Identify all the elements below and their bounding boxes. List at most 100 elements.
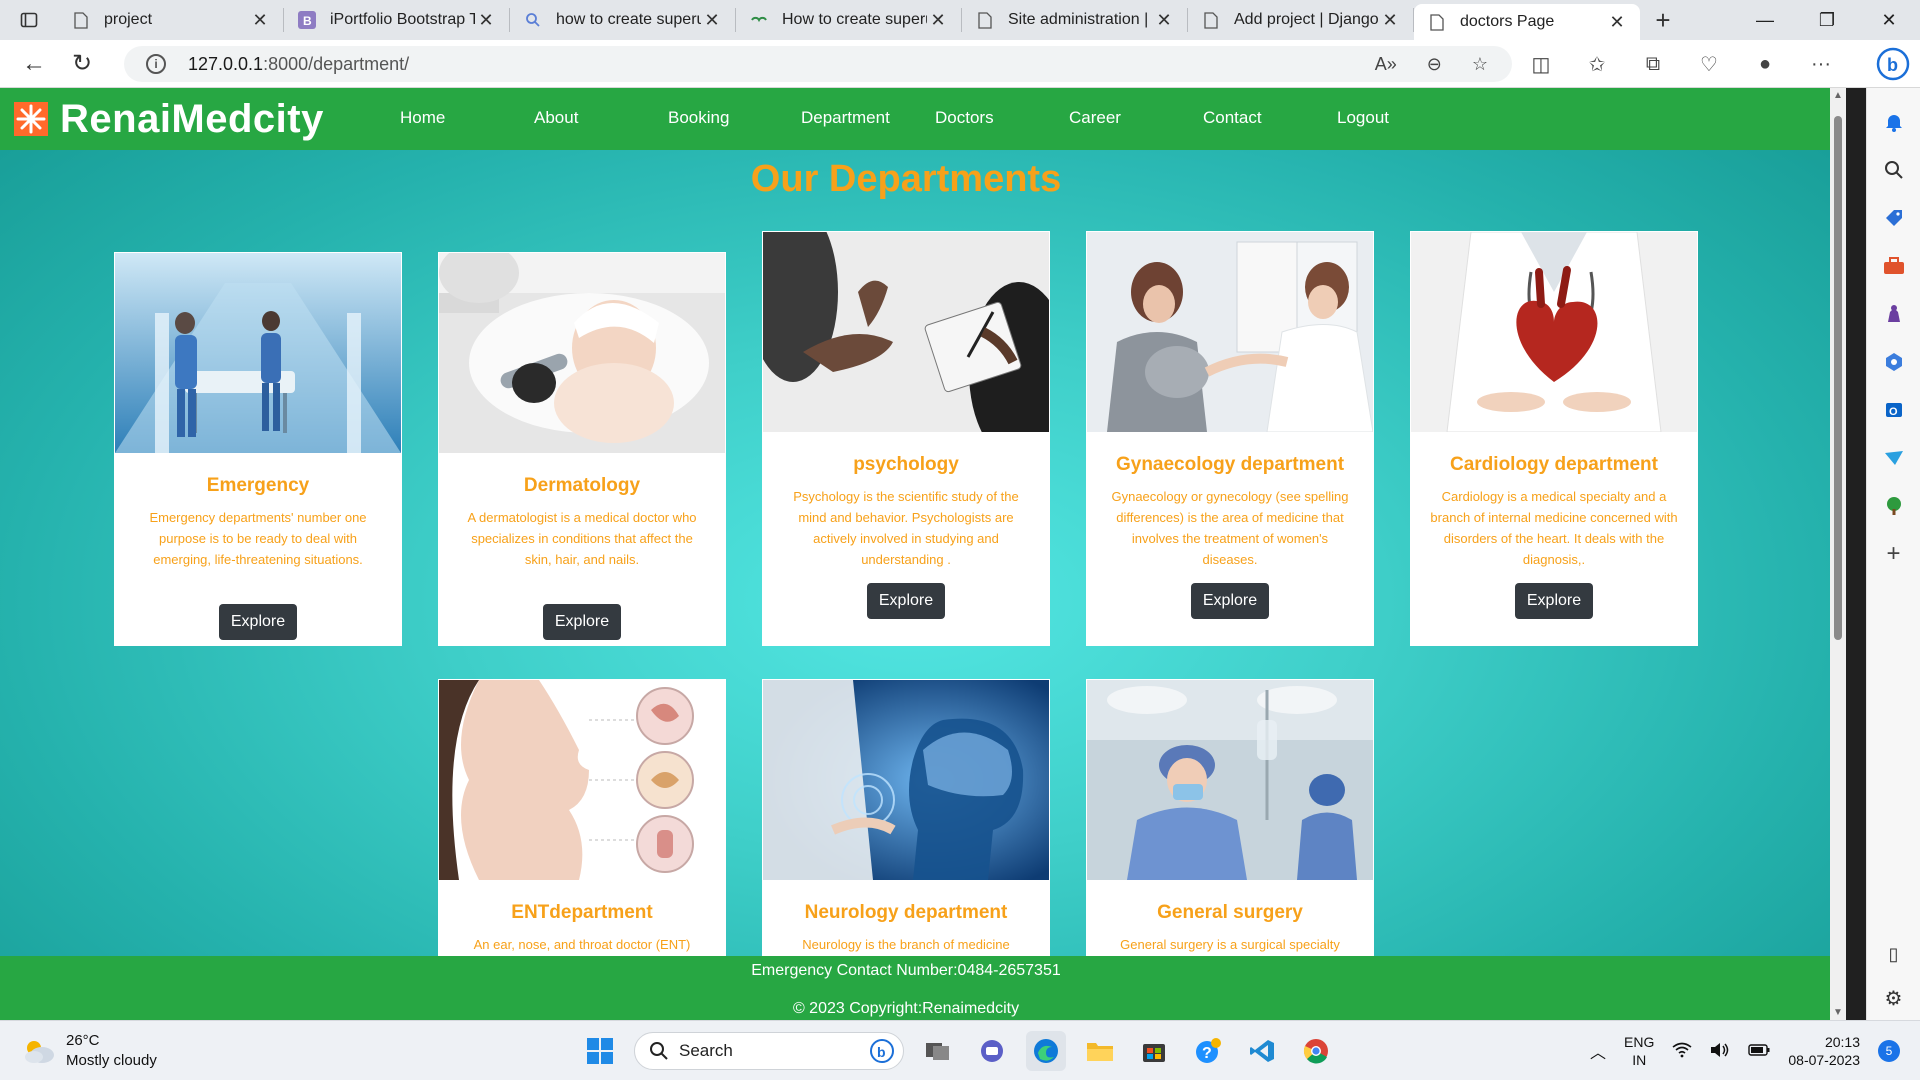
page-icon: [976, 11, 994, 29]
bing-copilot-icon[interactable]: b: [1866, 44, 1920, 84]
tab-title: How to create superu: [782, 11, 927, 28]
battery-icon[interactable]: [1748, 1043, 1770, 1059]
site-info-icon[interactable]: i: [146, 54, 166, 74]
clock[interactable]: 20:13 08-07-2023: [1788, 1033, 1860, 1069]
windows-start-icon[interactable]: [580, 1031, 620, 1071]
page-scrollbar[interactable]: ▲ ▼: [1830, 88, 1846, 1020]
chrome-icon[interactable]: [1296, 1031, 1336, 1071]
weather-widget[interactable]: 26°C Mostly cloudy: [22, 1031, 157, 1071]
more-menu-icon[interactable]: ···: [1804, 53, 1838, 76]
browser-tab-0[interactable]: project ✕: [58, 8, 284, 32]
browser-tab-3[interactable]: How to create superu ✕: [736, 8, 962, 32]
performance-icon[interactable]: ♡: [1692, 52, 1726, 77]
language-indicator[interactable]: ENG IN: [1624, 1033, 1654, 1069]
notification-badge[interactable]: 5: [1878, 1040, 1900, 1062]
bell-icon[interactable]: [1880, 108, 1908, 136]
help-icon[interactable]: ?: [1188, 1031, 1228, 1071]
close-tab-icon[interactable]: ✕: [475, 10, 497, 31]
close-tab-icon[interactable]: ✕: [701, 10, 723, 31]
taskbar-search-input[interactable]: Search b: [634, 1032, 904, 1070]
url-input[interactable]: i 127.0.0.1:8000/department/ A» ⊖ ☆: [124, 46, 1512, 82]
edge-browser-icon[interactable]: [1026, 1031, 1066, 1071]
search-icon: [650, 1042, 668, 1060]
department-card-dermatology: Dermatology A dermatologist is a medical…: [438, 252, 726, 646]
tab-title: how to create superus: [556, 11, 701, 28]
browser-tab-2[interactable]: how to create superus ✕: [510, 8, 736, 32]
nav-link-doctors[interactable]: Doctors: [935, 108, 994, 128]
psychology-image: [763, 232, 1049, 432]
nav-link-home[interactable]: Home: [400, 108, 445, 128]
minimize-icon[interactable]: —: [1734, 0, 1796, 40]
send-icon[interactable]: [1880, 444, 1908, 472]
wifi-icon[interactable]: [1672, 1042, 1692, 1061]
scrollbar-thumb[interactable]: [1834, 116, 1842, 640]
browser-tab-5[interactable]: Add project | Django ✕: [1188, 8, 1414, 32]
window-controls: — ❐ ✕: [1734, 0, 1920, 40]
nav-link-department[interactable]: Department: [801, 108, 890, 128]
copyright-text: © 2023 Copyright:Renaimedcity: [792, 1000, 1020, 1017]
refresh-icon[interactable]: ↻: [58, 44, 106, 84]
shopping-tag-icon[interactable]: [1880, 204, 1908, 232]
close-tab-icon[interactable]: ✕: [927, 10, 949, 31]
tab-title: Site administration | D: [1008, 11, 1153, 28]
task-view-icon[interactable]: [918, 1031, 958, 1071]
url-actions: A» ⊖ ☆: [1375, 46, 1488, 82]
games-icon[interactable]: [1880, 300, 1908, 328]
department-description: Gynaecology or gynecology (see spelling …: [1111, 489, 1349, 567]
teams-chat-icon[interactable]: [972, 1031, 1012, 1071]
department-card-general-surgery: General surgery General surgery is a sur…: [1086, 679, 1374, 979]
close-tab-icon[interactable]: ✕: [249, 10, 271, 31]
microsoft-store-icon[interactable]: [1134, 1031, 1174, 1071]
favorites-icon[interactable]: ✩: [1580, 52, 1614, 77]
nav-link-logout[interactable]: Logout: [1337, 108, 1389, 128]
search-icon: [524, 11, 542, 29]
department-card-emergency: Emergency Emergency departments' number …: [114, 252, 402, 646]
browser-tab-1[interactable]: B iPortfolio Bootstrap Te ✕: [284, 8, 510, 32]
windows-taskbar: 26°C Mostly cloudy Search b ? ︿ ENG IN 2…: [0, 1020, 1920, 1080]
favorite-star-icon[interactable]: ☆: [1472, 54, 1488, 75]
split-screen-icon[interactable]: ◫: [1524, 52, 1558, 77]
zoom-icon[interactable]: ⊖: [1427, 54, 1442, 75]
profile-icon[interactable]: ●: [1748, 53, 1782, 76]
collections-icon[interactable]: ⧉: [1636, 53, 1670, 76]
volume-icon[interactable]: [1710, 1042, 1730, 1061]
close-tab-icon[interactable]: ✕: [1153, 10, 1175, 31]
explore-button[interactable]: Explore: [866, 583, 946, 619]
chevron-up-icon[interactable]: ︿: [1590, 1039, 1606, 1063]
new-tab-button[interactable]: +: [1640, 0, 1686, 40]
scroll-down-icon[interactable]: ▼: [1830, 1007, 1846, 1018]
browser-tab-4[interactable]: Site administration | D ✕: [962, 8, 1188, 32]
restore-icon[interactable]: ❐: [1796, 0, 1858, 40]
geeks-icon: [750, 11, 768, 29]
file-explorer-icon[interactable]: [1080, 1031, 1120, 1071]
microsoft365-icon[interactable]: [1880, 348, 1908, 376]
explore-button[interactable]: Explore: [1190, 583, 1270, 619]
explore-button[interactable]: Explore: [1514, 583, 1594, 619]
toolbox-icon[interactable]: [1880, 252, 1908, 280]
sidebar-toggle-icon[interactable]: ▯: [1880, 940, 1908, 968]
outlook-icon[interactable]: O: [1880, 396, 1908, 424]
back-arrow-icon[interactable]: ←: [10, 44, 58, 84]
page-icon: [1428, 13, 1446, 31]
close-tab-icon[interactable]: ✕: [1606, 12, 1628, 33]
nav-link-booking[interactable]: Booking: [668, 108, 729, 128]
close-tab-icon[interactable]: ✕: [1379, 10, 1401, 31]
explore-button[interactable]: Explore: [218, 604, 298, 640]
tree-icon[interactable]: [1880, 492, 1908, 520]
browser-tab-6[interactable]: doctors Page ✕: [1414, 4, 1640, 40]
search-icon[interactable]: [1880, 156, 1908, 184]
explore-button[interactable]: Explore: [542, 604, 622, 640]
nav-link-about[interactable]: About: [534, 108, 578, 128]
vscode-icon[interactable]: [1242, 1031, 1282, 1071]
taskbar-apps: Search b ?: [580, 1029, 1336, 1073]
add-icon[interactable]: +: [1880, 540, 1908, 568]
close-window-icon[interactable]: ✕: [1858, 0, 1920, 40]
scroll-up-icon[interactable]: ▲: [1830, 90, 1846, 101]
region-code: IN: [1632, 1052, 1647, 1068]
site-brand[interactable]: RenaiMedcity: [14, 94, 324, 144]
read-aloud-icon[interactable]: A»: [1375, 54, 1397, 75]
tab-actions-button[interactable]: [0, 0, 58, 40]
nav-link-career[interactable]: Career: [1069, 108, 1121, 128]
settings-gear-icon[interactable]: ⚙: [1880, 984, 1908, 1012]
nav-link-contact[interactable]: Contact: [1203, 108, 1262, 128]
